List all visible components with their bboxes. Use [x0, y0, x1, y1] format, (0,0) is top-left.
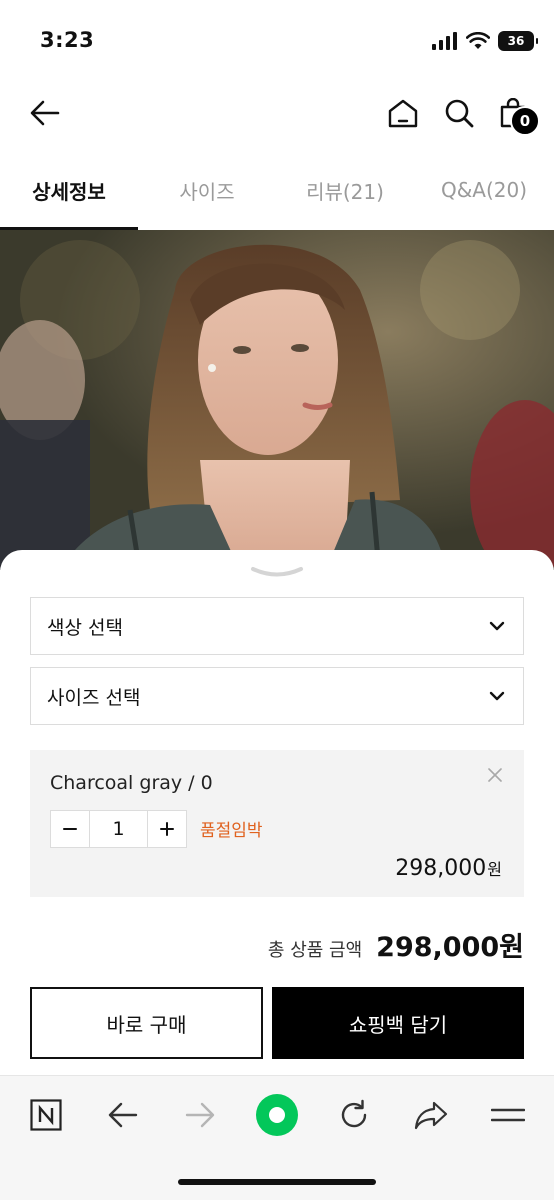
total-label: 총 상품 금액 — [267, 940, 363, 961]
option-price: 298,000원 — [395, 856, 502, 881]
total-row: 총 상품 금액 298,000원 — [268, 925, 524, 964]
battery-indicator: 36 — [498, 31, 538, 51]
refresh-icon — [341, 1099, 367, 1128]
search-button[interactable] — [438, 92, 480, 134]
tab-size[interactable]: 사이즈 — [138, 150, 276, 230]
close-icon — [488, 768, 502, 782]
product-image — [0, 230, 554, 570]
selected-option-card: Charcoal gray / 0 1 품절임박 298,000원 — [30, 750, 524, 897]
buy-now-button[interactable]: 바로 구매 — [30, 987, 263, 1059]
add-to-bag-button[interactable]: 쇼핑백 담기 — [272, 987, 524, 1059]
size-select-label: 사이즈 선택 — [47, 686, 141, 709]
size-select[interactable]: 사이즈 선택 — [30, 667, 524, 725]
tab-details[interactable]: 상세정보 — [0, 150, 138, 230]
wifi-icon — [466, 32, 490, 49]
tab-reviews[interactable]: 리뷰(21) — [276, 150, 414, 230]
stock-notice: 품절임박 — [200, 821, 263, 841]
plus-icon — [160, 822, 174, 836]
remove-option-button[interactable] — [486, 766, 504, 784]
green-dot-button[interactable] — [252, 1090, 302, 1140]
color-select-label: 색상 선택 — [47, 616, 123, 639]
selected-option-name: Charcoal gray / 0 — [50, 772, 213, 794]
tab-qna[interactable]: Q&A(20) — [414, 150, 554, 230]
menu-button[interactable] — [483, 1090, 533, 1140]
status-time: 3:23 — [40, 28, 95, 52]
status-icons: 36 — [432, 30, 538, 52]
total-value: 298,000원 — [376, 932, 524, 963]
color-select[interactable]: 색상 선택 — [30, 597, 524, 655]
home-icon — [388, 99, 418, 128]
sheet-handle-icon[interactable] — [250, 566, 304, 578]
back-arrow-icon — [30, 100, 60, 126]
arrow-left-icon — [108, 1102, 138, 1128]
browser-back-button[interactable] — [98, 1090, 148, 1140]
back-button[interactable] — [24, 92, 66, 134]
share-icon — [414, 1101, 448, 1130]
browser-forward-button[interactable] — [175, 1090, 225, 1140]
quantity-stepper: 1 — [50, 810, 187, 848]
product-tabs: 상세정보 사이즈 리뷰(21) Q&A(20) — [0, 150, 554, 230]
home-indicator — [178, 1179, 376, 1185]
app-header — [0, 80, 554, 146]
naver-n-icon — [30, 1099, 62, 1131]
home-button[interactable] — [382, 92, 424, 134]
quantity-value[interactable]: 1 — [89, 811, 148, 847]
green-dot-icon — [256, 1094, 298, 1136]
signal-icon — [432, 32, 457, 50]
browser-toolbar — [0, 1075, 554, 1200]
arrow-right-icon — [185, 1102, 215, 1128]
naver-home-button[interactable] — [21, 1090, 71, 1140]
option-price-value: 298,000 — [395, 856, 487, 881]
share-button[interactable] — [406, 1090, 456, 1140]
minus-icon — [63, 828, 77, 830]
menu-icon — [491, 1108, 525, 1122]
purchase-sheet: 색상 선택 사이즈 선택 Charcoal gray / 0 1 품절임박 29… — [0, 550, 554, 1075]
decrease-quantity-button[interactable] — [51, 811, 89, 847]
status-bar: 3:23 36 — [0, 0, 554, 80]
option-price-currency: 원 — [487, 860, 502, 879]
search-icon — [445, 99, 474, 128]
refresh-button[interactable] — [329, 1090, 379, 1140]
chevron-down-icon — [489, 691, 505, 701]
increase-quantity-button[interactable] — [148, 811, 186, 847]
bag-count-badge: 0 — [510, 106, 540, 136]
chevron-down-icon — [489, 621, 505, 631]
